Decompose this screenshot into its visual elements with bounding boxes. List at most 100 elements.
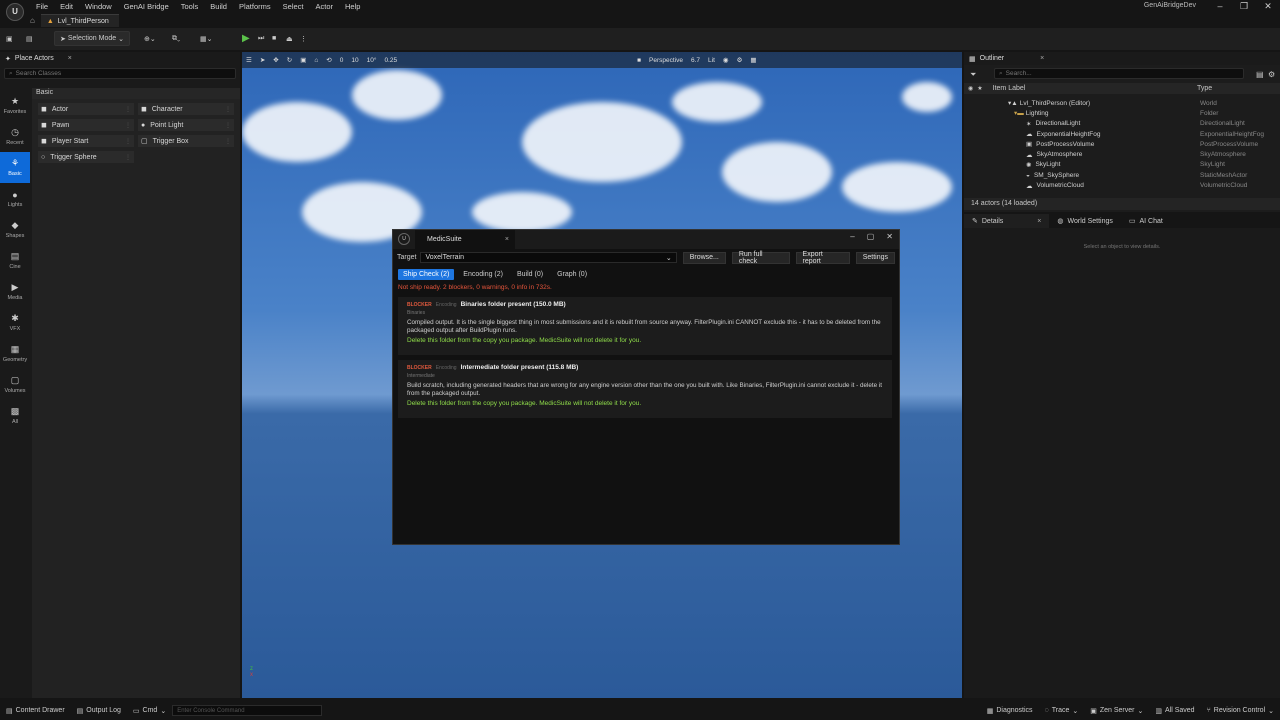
camera-speed-value[interactable]: 6.7 bbox=[687, 57, 704, 64]
outliner-row[interactable]: ☁ ExponentialHeightFog ExponentialHeightFo… bbox=[964, 129, 1280, 139]
close-tab-icon[interactable]: × bbox=[1037, 218, 1041, 225]
trace-dropdown[interactable]: ◌ Trace ⌄ bbox=[1039, 707, 1085, 715]
minimize-icon[interactable]: – bbox=[1208, 0, 1232, 12]
outliner-row[interactable]: ☁ SkyAtmosphere SkyAtmosphere bbox=[964, 149, 1280, 159]
column-item-label[interactable]: Item Label bbox=[993, 85, 1026, 92]
add-actor-icon[interactable]: ⊕⌄ bbox=[144, 31, 156, 46]
level-tab[interactable]: ▲ Lvl_ThirdPerson bbox=[40, 14, 119, 27]
drag-handle-icon[interactable]: ⋮ bbox=[125, 106, 131, 113]
output-log-button[interactable]: ▤ Output Log bbox=[71, 707, 127, 715]
transform-zero[interactable]: 0 bbox=[336, 57, 348, 64]
stop-icon[interactable]: ■ bbox=[272, 31, 276, 46]
outliner-row[interactable]: ▾▬ Lighting Folder bbox=[964, 108, 1280, 118]
surface-snap-icon[interactable]: ⌂ bbox=[310, 57, 322, 64]
menu-window[interactable]: Window bbox=[79, 2, 118, 12]
show-flags-icon[interactable]: ◉ bbox=[719, 56, 733, 64]
tab-build[interactable]: Build (0) bbox=[512, 269, 548, 280]
actor-item-player-start[interactable]: ◼ Player Start ⋮ bbox=[38, 135, 134, 147]
select-tool-icon[interactable]: ➤ bbox=[256, 56, 269, 64]
column-type[interactable]: Type bbox=[1197, 85, 1212, 92]
step-icon[interactable]: ⏭ bbox=[258, 31, 264, 46]
viewport-menu-icon[interactable]: ☰ bbox=[242, 56, 256, 64]
rotation-snap-value[interactable]: 10° bbox=[363, 57, 381, 64]
outliner-row[interactable]: ▣ PostProcessVolume PostProcessVolume bbox=[964, 139, 1280, 149]
close-icon[interactable]: ✕ bbox=[1256, 0, 1280, 12]
all-saved-button[interactable]: ▥ All Saved bbox=[1149, 707, 1200, 715]
rotate-axis-icon[interactable]: ⟲ bbox=[322, 56, 335, 64]
zen-server-dropdown[interactable]: ▣ Zen Server ⌄ bbox=[1084, 707, 1149, 715]
actor-item-point-light[interactable]: ● Point Light ⋮ bbox=[138, 119, 234, 131]
outliner-row[interactable]: ▾▲ Lvl_ThirdPerson (Editor) World bbox=[964, 98, 1280, 108]
close-tab-icon[interactable]: × bbox=[505, 230, 509, 249]
drag-handle-icon[interactable]: ⋮ bbox=[125, 138, 131, 145]
maximize-icon[interactable]: ▢ bbox=[867, 232, 875, 241]
menu-platforms[interactable]: Platforms bbox=[233, 2, 277, 12]
menu-edit[interactable]: Edit bbox=[54, 2, 79, 12]
drag-handle-icon[interactable]: ⋮ bbox=[225, 138, 231, 145]
cmd-dropdown[interactable]: ▭ Cmd ⌄ bbox=[127, 707, 172, 715]
save-icon[interactable]: ▣ bbox=[6, 31, 13, 46]
revision-control-button[interactable]: ⑂ Revision Control ⌄ bbox=[1201, 707, 1280, 715]
perspective-dropdown[interactable]: Perspective bbox=[645, 57, 687, 64]
outliner-row[interactable]: ✶ DirectionalLight DirectionalLight bbox=[964, 119, 1280, 129]
target-select[interactable]: VoxelTerrain ⌄ bbox=[420, 252, 677, 263]
menu-help[interactable]: Help bbox=[339, 2, 366, 12]
settings-icon[interactable]: ⚙ bbox=[1268, 70, 1275, 79]
rotate-tool-icon[interactable]: ↻ bbox=[283, 56, 296, 64]
actor-item-pawn[interactable]: ◼ Pawn ⋮ bbox=[38, 119, 134, 131]
cinematics-icon[interactable]: ▦⌄ bbox=[200, 31, 212, 46]
content-drawer-button[interactable]: ▤ Content Drawer bbox=[0, 707, 71, 715]
folder-add-icon[interactable]: ▤ bbox=[1256, 70, 1264, 79]
category-shapes[interactable]: ◆ Shapes bbox=[0, 214, 30, 245]
more-options-icon[interactable]: ⋮ bbox=[300, 31, 307, 46]
drag-handle-icon[interactable]: ⋮ bbox=[125, 122, 131, 129]
tab-world-settings[interactable]: ◍ World Settings bbox=[1049, 214, 1121, 228]
content-browser-icon[interactable]: ▤ bbox=[26, 31, 33, 46]
eject-icon[interactable]: ⏏ bbox=[286, 31, 293, 46]
menu-tools[interactable]: Tools bbox=[175, 2, 205, 12]
play-icon[interactable]: ▶ bbox=[242, 31, 250, 46]
category-geometry[interactable]: ▦ Geometry bbox=[0, 338, 30, 369]
category-basic[interactable]: ⚘ Basic bbox=[0, 152, 30, 183]
grid-snap-value[interactable]: 10 bbox=[347, 57, 362, 64]
settings-button[interactable]: Settings bbox=[855, 251, 895, 264]
console-input[interactable]: Enter Console Command bbox=[172, 705, 323, 716]
home-icon[interactable]: ⌂ bbox=[30, 16, 35, 25]
actor-item-trigger-box[interactable]: ▢ Trigger Box ⋮ bbox=[138, 135, 234, 147]
actor-item-actor[interactable]: ◼ Actor ⋮ bbox=[38, 103, 134, 115]
category-favorites[interactable]: ★ Favorites bbox=[0, 90, 30, 121]
category-volumes[interactable]: ▢ Volumes bbox=[0, 369, 30, 400]
selection-mode-dropdown[interactable]: ➤ Selection Mode ⌄ bbox=[54, 31, 131, 46]
tab-ai-chat[interactable]: ▭ AI Chat bbox=[1121, 214, 1171, 228]
menu-select[interactable]: Select bbox=[277, 2, 310, 12]
layout-icon[interactable]: ▦ bbox=[746, 56, 760, 64]
actor-item-trigger-sphere[interactable]: ○ Trigger Sphere ⋮ bbox=[38, 151, 134, 163]
menu-genai-bridge[interactable]: GenAI Bridge bbox=[118, 2, 175, 12]
performance-icon[interactable]: ⚙ bbox=[733, 56, 747, 64]
diagnostics-button[interactable]: ▦ Diagnostics bbox=[981, 707, 1039, 715]
search-classes-input[interactable] bbox=[15, 70, 216, 77]
category-media[interactable]: ▶ Media bbox=[0, 276, 30, 307]
filter-icon[interactable]: ⏷ bbox=[970, 70, 976, 80]
outliner-row[interactable]: ◒ SM_SkySphere StaticMeshActor bbox=[964, 170, 1280, 180]
maximize-icon[interactable]: ❐ bbox=[1232, 0, 1256, 12]
tab-encoding[interactable]: Encoding (2) bbox=[458, 269, 508, 280]
outliner-search-input[interactable] bbox=[1005, 70, 1206, 77]
drag-handle-icon[interactable]: ⋮ bbox=[225, 122, 231, 129]
menu-build[interactable]: Build bbox=[204, 2, 233, 12]
medicsuite-tab[interactable]: MedicSuite × bbox=[415, 230, 515, 249]
menu-file[interactable]: File bbox=[30, 2, 54, 12]
browse-button[interactable]: Browse... bbox=[682, 251, 726, 264]
scale-tool-icon[interactable]: ▣ bbox=[296, 56, 310, 64]
tab-ship-check[interactable]: Ship Check (2) bbox=[398, 269, 455, 280]
outliner-row[interactable]: ✺ SkyLight SkyLight bbox=[964, 160, 1280, 170]
category-recent[interactable]: ◷ Recent bbox=[0, 121, 30, 152]
close-icon[interactable]: ✕ bbox=[886, 232, 893, 241]
lit-mode-dropdown[interactable]: Lit bbox=[704, 57, 719, 64]
drag-handle-icon[interactable]: ⋮ bbox=[225, 106, 231, 113]
category-all[interactable]: ▩ All bbox=[0, 400, 30, 431]
category-cine[interactable]: ▤ Cine bbox=[0, 245, 30, 276]
actor-item-character[interactable]: ◼ Character ⋮ bbox=[138, 103, 234, 115]
tab-graph[interactable]: Graph (0) bbox=[552, 269, 592, 280]
move-tool-icon[interactable]: ✥ bbox=[269, 56, 282, 64]
